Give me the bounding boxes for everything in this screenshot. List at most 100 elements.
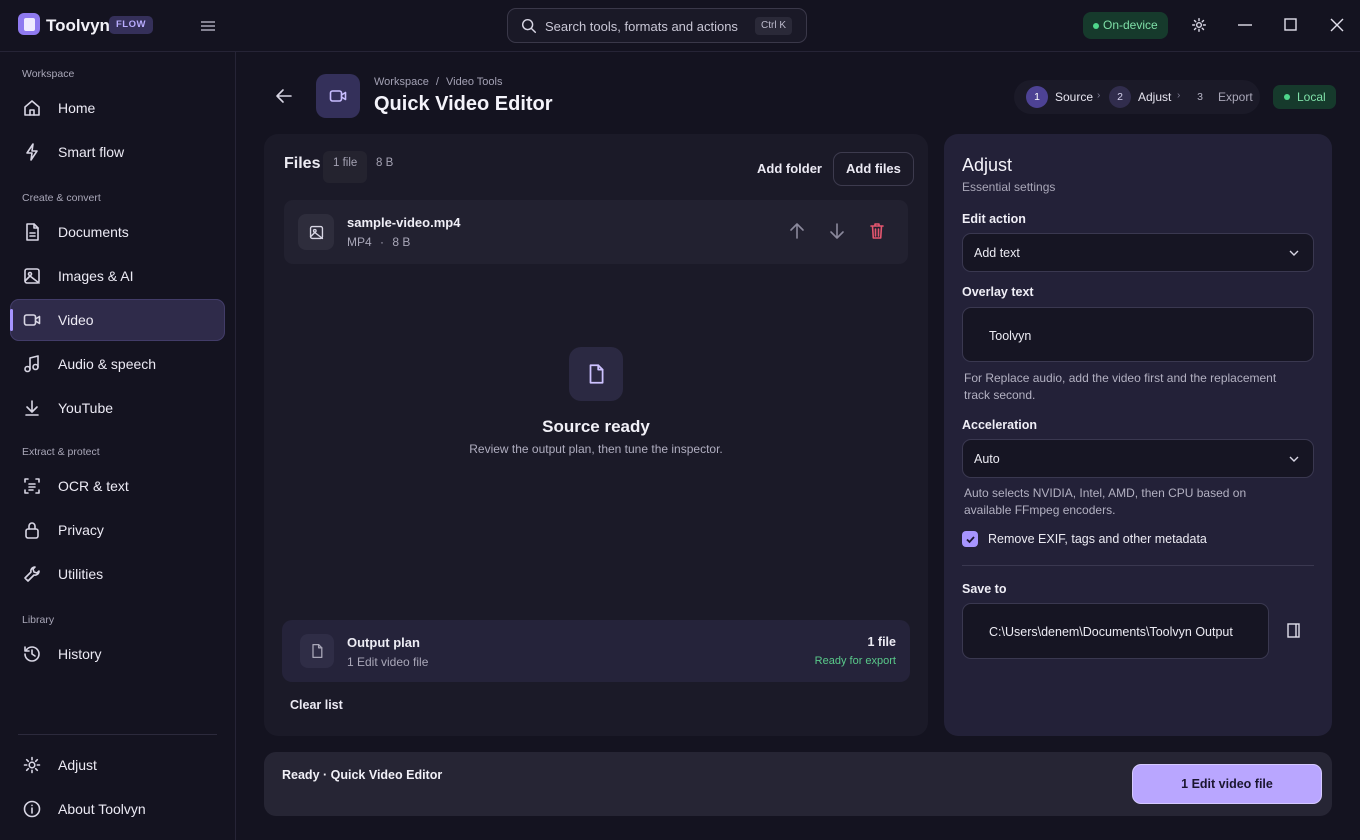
sidebar-section-title: Workspace <box>22 68 75 80</box>
file-name: sample-video.mp4 <box>347 215 461 230</box>
step-source[interactable]: 1 Source <box>1026 86 1093 108</box>
trash-icon <box>870 223 884 239</box>
save-to-label: Save to <box>962 582 1007 596</box>
move-up-button[interactable] <box>787 221 807 241</box>
output-plan-status: Ready for export <box>814 655 896 667</box>
acceleration-select[interactable]: Auto <box>962 439 1314 478</box>
files-title: Files <box>284 155 321 172</box>
sidebar-item-documents[interactable]: Documents <box>10 211 225 253</box>
sidebar-divider <box>18 734 217 735</box>
back-button[interactable] <box>274 86 294 106</box>
document-icon <box>26 223 39 241</box>
sidebar-item-privacy[interactable]: Privacy <box>10 509 225 551</box>
sidebar-item-adjust[interactable]: Adjust <box>10 744 225 786</box>
clear-list-button[interactable]: Clear list <box>290 698 343 712</box>
sidebar-item-utilities[interactable]: Utilities <box>10 553 225 595</box>
home-icon <box>24 100 40 116</box>
search-icon <box>521 18 537 34</box>
arrow-down-icon <box>830 223 844 239</box>
lightning-icon <box>26 143 38 161</box>
sidebar-item-youtube[interactable]: YouTube <box>10 387 225 429</box>
chevron-right-icon: › <box>1097 90 1101 101</box>
close-button[interactable] <box>1329 16 1345 34</box>
save-path-input[interactable]: C:\Users\denem\Documents\Toolvyn Output <box>962 603 1269 659</box>
file-thumbnail <box>298 214 334 250</box>
step-export[interactable]: 3 Export <box>1189 86 1253 108</box>
history-icon <box>24 646 40 662</box>
maximize-button[interactable] <box>1283 16 1299 34</box>
output-plan-count: 1 file <box>867 635 897 649</box>
sidebar-item-video[interactable]: Video <box>10 299 225 341</box>
sidebar-item-history[interactable]: History <box>10 633 225 675</box>
sidebar-item-smart-flow[interactable]: Smart flow <box>10 131 225 173</box>
metadata-checkbox-label[interactable]: Remove EXIF, tags and other metadata <box>988 532 1207 546</box>
ocr-icon <box>24 478 40 494</box>
files-panel: Files 1 file 8 B Add folder Add files sa… <box>264 134 928 736</box>
sidebar-item-audio[interactable]: Audio & speech <box>10 343 225 385</box>
gear-icon <box>23 756 41 774</box>
acceleration-label: Acceleration <box>962 418 1038 432</box>
minimize-button[interactable] <box>1237 16 1253 34</box>
document-icon <box>589 364 604 384</box>
acceleration-hint: Auto selects NVIDIA, Intel, AMD, then CP… <box>964 486 1247 517</box>
file-icon <box>569 347 623 401</box>
close-icon <box>1330 18 1344 32</box>
delete-button[interactable] <box>867 221 887 241</box>
step-adjust[interactable]: 2 Adjust <box>1109 86 1171 108</box>
tool-icon <box>316 74 360 118</box>
lock-icon <box>25 522 39 539</box>
empty-state-subtitle: Review the output plan, then tune the in… <box>469 442 723 456</box>
add-files-button[interactable]: Add files <box>833 152 914 186</box>
folder-icon <box>1287 623 1300 638</box>
breadcrumb: Workspace / Video Tools <box>374 76 503 88</box>
browse-folder-button[interactable] <box>1286 621 1302 641</box>
overlay-text-input[interactable]: Toolvyn <box>962 307 1314 362</box>
menu-icon[interactable] <box>199 17 217 35</box>
sidebar-item-ocr[interactable]: OCR & text <box>10 465 225 507</box>
sidebar-item-about[interactable]: About Toolvyn <box>10 788 225 830</box>
arrow-up-icon <box>790 223 804 239</box>
edit-action-select[interactable]: Add text <box>962 233 1314 272</box>
empty-state-title: Source ready <box>542 417 650 436</box>
breadcrumb-item[interactable]: Video Tools <box>446 76 502 88</box>
chevron-down-icon <box>1289 456 1299 462</box>
divider <box>962 565 1314 566</box>
on-device-badge: On-device <box>1083 12 1168 39</box>
edit-action-label: Edit action <box>962 212 1026 226</box>
document-icon <box>300 634 334 668</box>
file-count: 1 file <box>323 151 368 183</box>
search-shortcut: Ctrl K <box>755 17 792 35</box>
app-logo-icon <box>18 13 40 35</box>
local-badge: Local <box>1273 85 1336 109</box>
search-placeholder: Search tools, formats and actions <box>545 19 738 34</box>
breadcrumb-item[interactable]: Workspace <box>374 76 429 88</box>
output-plan: Output plan 1 Edit video file 1 file Rea… <box>282 620 910 682</box>
sidebar-item-images[interactable]: Images & AI <box>10 255 225 297</box>
info-icon <box>23 800 41 818</box>
run-button[interactable]: 1 Edit video file <box>1132 764 1322 804</box>
sidebar-section-title: Library <box>22 614 55 626</box>
video-icon <box>329 90 347 102</box>
page-title: Quick Video Editor <box>374 93 553 115</box>
metadata-checkbox[interactable] <box>962 531 978 547</box>
chevron-right-icon: › <box>1177 90 1181 101</box>
maximize-icon <box>1284 18 1297 31</box>
image-icon <box>309 225 323 239</box>
adjust-title: Adjust <box>962 155 1013 175</box>
move-down-button[interactable] <box>827 221 847 241</box>
check-icon <box>965 535 975 543</box>
sidebar-section-title: Create & convert <box>22 192 101 204</box>
title-bar: Toolvyn FLOW Search tools, formats and a… <box>0 0 1360 52</box>
output-plan-title: Output plan <box>347 635 420 650</box>
theme-toggle-button[interactable] <box>1190 16 1208 34</box>
chevron-down-icon <box>1289 250 1299 256</box>
output-plan-subtitle: 1 Edit video file <box>347 655 429 669</box>
minimize-icon <box>1238 24 1252 26</box>
search-input[interactable]: Search tools, formats and actions Ctrl K <box>507 8 807 43</box>
file-row[interactable]: sample-video.mp4 MP4 · 8 B <box>284 200 908 264</box>
sidebar-item-home[interactable]: Home <box>10 87 225 129</box>
add-folder-button[interactable]: Add folder <box>757 161 822 176</box>
app-name: Toolvyn <box>46 16 110 35</box>
overlay-hint: For Replace audio, add the video first a… <box>964 371 1277 402</box>
flow-badge: FLOW <box>109 16 153 34</box>
